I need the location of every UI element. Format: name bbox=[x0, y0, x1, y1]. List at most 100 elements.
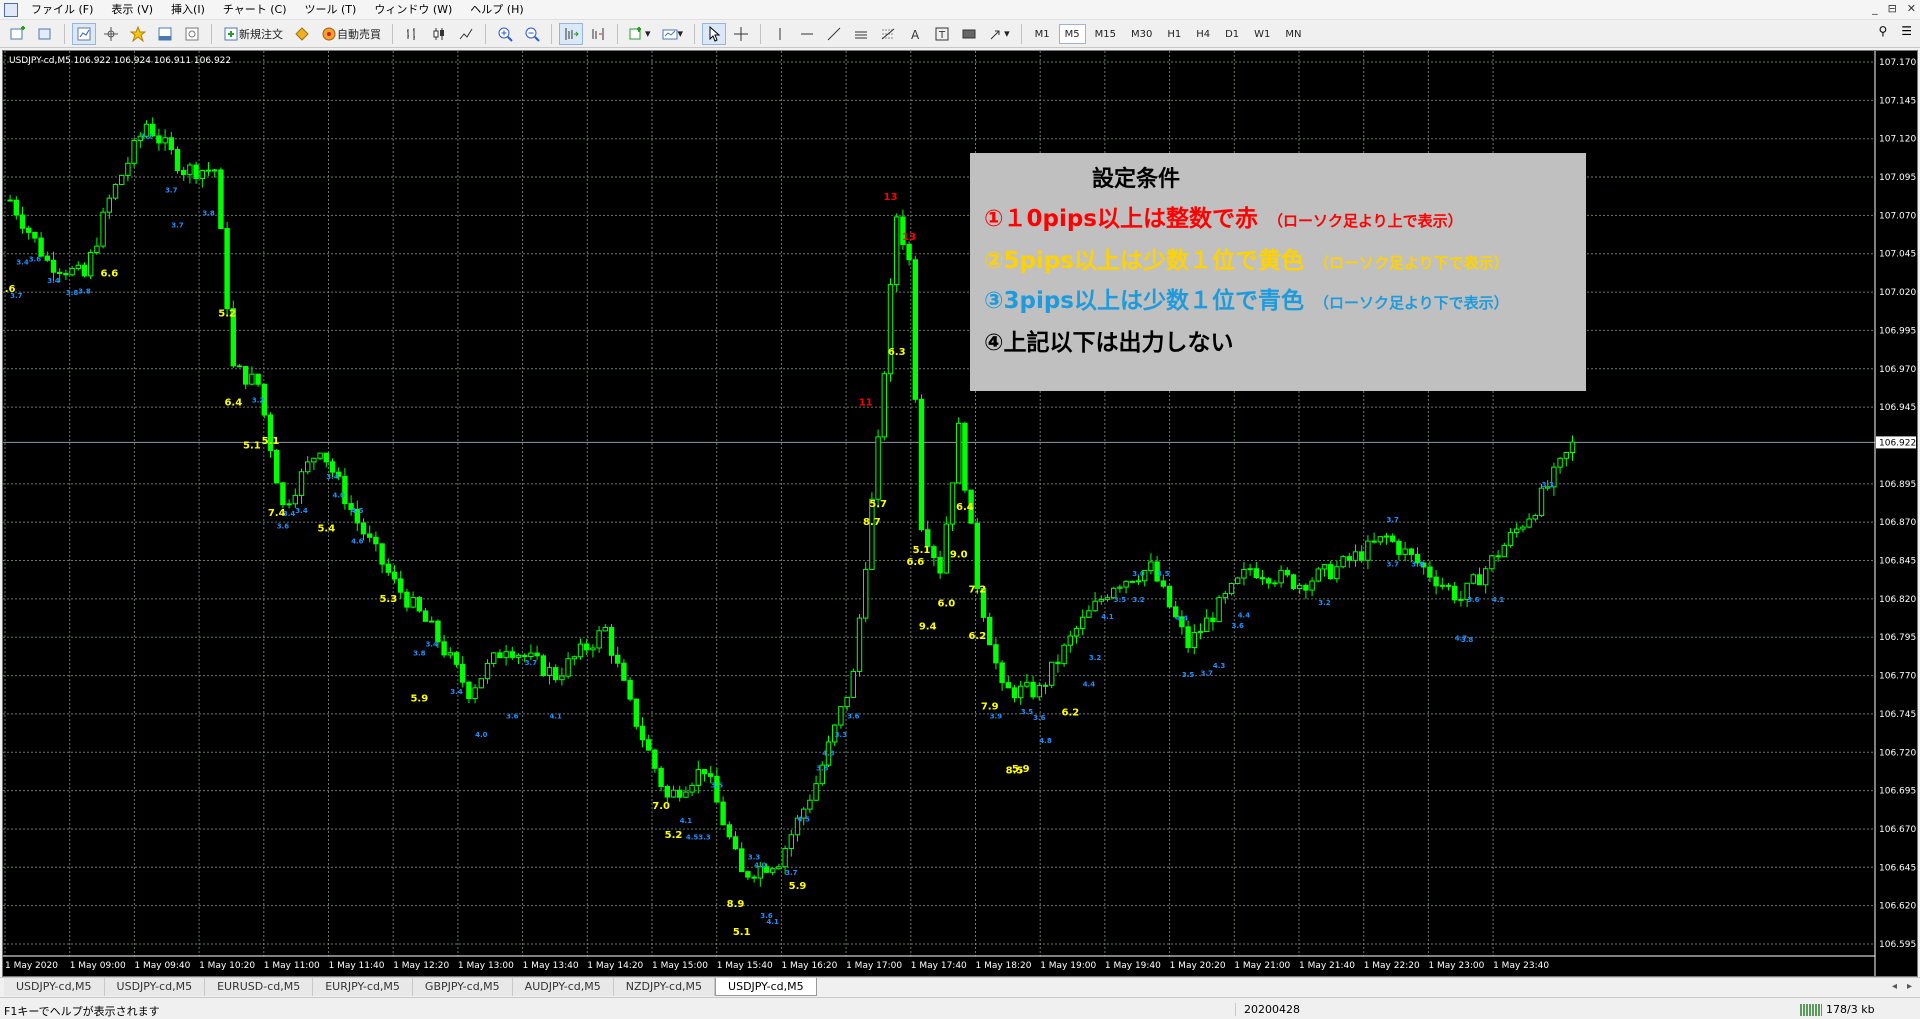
new-order-button[interactable]: 新規注文 bbox=[219, 23, 287, 45]
chart-tab-active[interactable]: USDJPY-cd,M5 bbox=[715, 978, 817, 996]
timeframe-m15[interactable]: M15 bbox=[1089, 24, 1122, 44]
periods-button[interactable]: ▾ bbox=[658, 23, 688, 45]
chart-tab[interactable]: NZDJPY-cd,M5 bbox=[613, 978, 716, 996]
timeframe-h1[interactable]: H1 bbox=[1161, 24, 1187, 44]
price-chart[interactable]: 1313115.26.66.45.1 5.17.45.45.35.97.05.28… bbox=[3, 51, 1917, 976]
vertical-line-button[interactable] bbox=[768, 23, 792, 45]
chart-tab[interactable]: USDJPY-cd,M5 bbox=[4, 978, 105, 996]
pip-label-blue: 4.1 bbox=[766, 918, 779, 926]
pip-label-yellow: 6.4 bbox=[224, 398, 242, 409]
pip-label-yellow: 6.4 bbox=[956, 502, 974, 513]
search-icon[interactable]: ⚲ bbox=[1878, 24, 1887, 38]
chart-tab[interactable]: EURJPY-cd,M5 bbox=[313, 978, 413, 996]
candle-body bbox=[484, 662, 491, 680]
candle-body bbox=[695, 769, 701, 786]
profiles-button[interactable] bbox=[33, 23, 57, 45]
auto-trading-button[interactable]: 自動売買 bbox=[317, 23, 385, 45]
candle-body bbox=[1222, 593, 1228, 599]
menu-help[interactable]: ヘルプ (H) bbox=[461, 0, 532, 20]
chart-tab[interactable]: USDJPY-cd,M5 bbox=[104, 978, 206, 996]
candle-body bbox=[19, 214, 26, 229]
new-chart-button[interactable] bbox=[6, 23, 30, 45]
scroll-right-icon[interactable]: ▸ bbox=[1907, 981, 1912, 992]
candle-body bbox=[1526, 518, 1532, 528]
price-tick-label: 107.145 bbox=[1879, 96, 1916, 106]
terminal-icon bbox=[158, 27, 172, 40]
candle-body bbox=[286, 503, 292, 506]
pip-label-blue: 3.7 bbox=[525, 659, 538, 667]
candle-body bbox=[1266, 578, 1272, 584]
pip-label-blue: 3.4 bbox=[295, 507, 308, 515]
candle-body bbox=[1278, 569, 1284, 584]
terminal-button[interactable] bbox=[153, 23, 177, 45]
pip-label-blue: 4.1 bbox=[1492, 596, 1505, 604]
indicators-button[interactable]: ▾ bbox=[625, 23, 655, 45]
pip-label-yellow: 5.2 bbox=[218, 309, 236, 320]
candle-body bbox=[410, 597, 416, 608]
horizontal-line-button[interactable] bbox=[795, 23, 819, 45]
auto-scroll-button[interactable] bbox=[559, 22, 583, 45]
timeframe-w1[interactable]: W1 bbox=[1248, 24, 1276, 44]
candle-body bbox=[1538, 487, 1545, 517]
text-label-button[interactable]: T bbox=[930, 23, 954, 45]
zoom-in-button[interactable] bbox=[493, 23, 517, 45]
chat-icon[interactable]: ☰ bbox=[1901, 24, 1912, 38]
timeframe-d1[interactable]: D1 bbox=[1219, 24, 1245, 44]
navigator-button[interactable] bbox=[126, 23, 150, 45]
scroll-left-icon[interactable]: ◂ bbox=[1892, 981, 1897, 992]
menu-window[interactable]: ウィンドウ (W) bbox=[365, 0, 461, 20]
time-tick-label: 1 May 09:00 bbox=[70, 961, 126, 971]
chart-tab[interactable]: AUDJPY-cd,M5 bbox=[512, 978, 614, 996]
pip-label-yellow: 5.3 bbox=[379, 594, 397, 605]
time-tick-label: 1 May 21:00 bbox=[1234, 961, 1290, 971]
line-chart-button[interactable] bbox=[454, 23, 478, 45]
menu-insert[interactable]: 挿入(I) bbox=[162, 0, 214, 20]
timeframe-h4[interactable]: H4 bbox=[1190, 24, 1216, 44]
candle-body bbox=[540, 655, 546, 677]
menu-view[interactable]: 表示 (V) bbox=[102, 0, 162, 20]
text-button[interactable]: A bbox=[903, 23, 927, 45]
pip-label-blue: 3.6 bbox=[1231, 622, 1244, 630]
candle-body bbox=[633, 698, 639, 727]
timeframe-m5[interactable]: M5 bbox=[1058, 23, 1086, 44]
candle-body bbox=[1235, 577, 1241, 584]
candle-body bbox=[280, 482, 286, 506]
timeframe-m1[interactable]: M1 bbox=[1029, 24, 1056, 44]
zoom-out-button[interactable] bbox=[520, 23, 544, 45]
pip-label-yellow: 6.6 bbox=[906, 557, 924, 568]
restore-button[interactable]: ⊟ bbox=[1888, 2, 1897, 15]
timeframe-mn[interactable]: MN bbox=[1279, 24, 1307, 44]
market-watch-button[interactable] bbox=[72, 22, 96, 45]
pip-label-blue: 3.0 bbox=[1132, 570, 1145, 578]
candle-body bbox=[652, 749, 658, 769]
candle-body bbox=[1259, 577, 1266, 580]
candle-body bbox=[379, 543, 385, 565]
menu-tools[interactable]: ツール (T) bbox=[296, 0, 366, 20]
meta-editor-button[interactable] bbox=[290, 23, 314, 45]
candle-body bbox=[373, 536, 379, 545]
candlestick-button[interactable] bbox=[427, 23, 451, 45]
close-button[interactable]: ✕ bbox=[1907, 2, 1916, 15]
crosshair-button[interactable] bbox=[729, 23, 753, 45]
chart-window[interactable]: 13 13 11 5.2 6.6 6.4 5.1 5.1 7.4 5.4 5.3 5.9 7.0 5.2 8… bbox=[2, 50, 1918, 977]
bar-chart-button[interactable] bbox=[400, 23, 424, 45]
chart-tab[interactable]: EURUSD-cd,M5 bbox=[205, 978, 314, 996]
chart-shift-button[interactable] bbox=[586, 23, 610, 45]
candle-body bbox=[1483, 568, 1489, 586]
trendline-button[interactable] bbox=[822, 23, 846, 45]
condition-yellow-note: （ローソク足より下で表示） bbox=[1313, 254, 1509, 272]
fibonacci-button[interactable] bbox=[876, 23, 900, 45]
menu-chart[interactable]: チャート (C) bbox=[214, 0, 296, 20]
rectangle-button[interactable] bbox=[957, 23, 981, 45]
pip-label-blue: 4.3 bbox=[822, 749, 835, 757]
candle-body bbox=[100, 211, 106, 247]
timeframe-m30[interactable]: M30 bbox=[1125, 24, 1158, 44]
arrows-button[interactable]: ▾ bbox=[984, 23, 1014, 45]
data-window-button[interactable] bbox=[99, 23, 123, 45]
menu-file[interactable]: ファイル (F) bbox=[22, 0, 102, 20]
cursor-button[interactable] bbox=[702, 22, 727, 45]
chart-tab[interactable]: GBPJPY-cd,M5 bbox=[412, 978, 513, 996]
minimize-button[interactable]: _ bbox=[1872, 2, 1878, 15]
strategy-tester-button[interactable] bbox=[180, 23, 204, 45]
channel-button[interactable] bbox=[849, 23, 873, 45]
